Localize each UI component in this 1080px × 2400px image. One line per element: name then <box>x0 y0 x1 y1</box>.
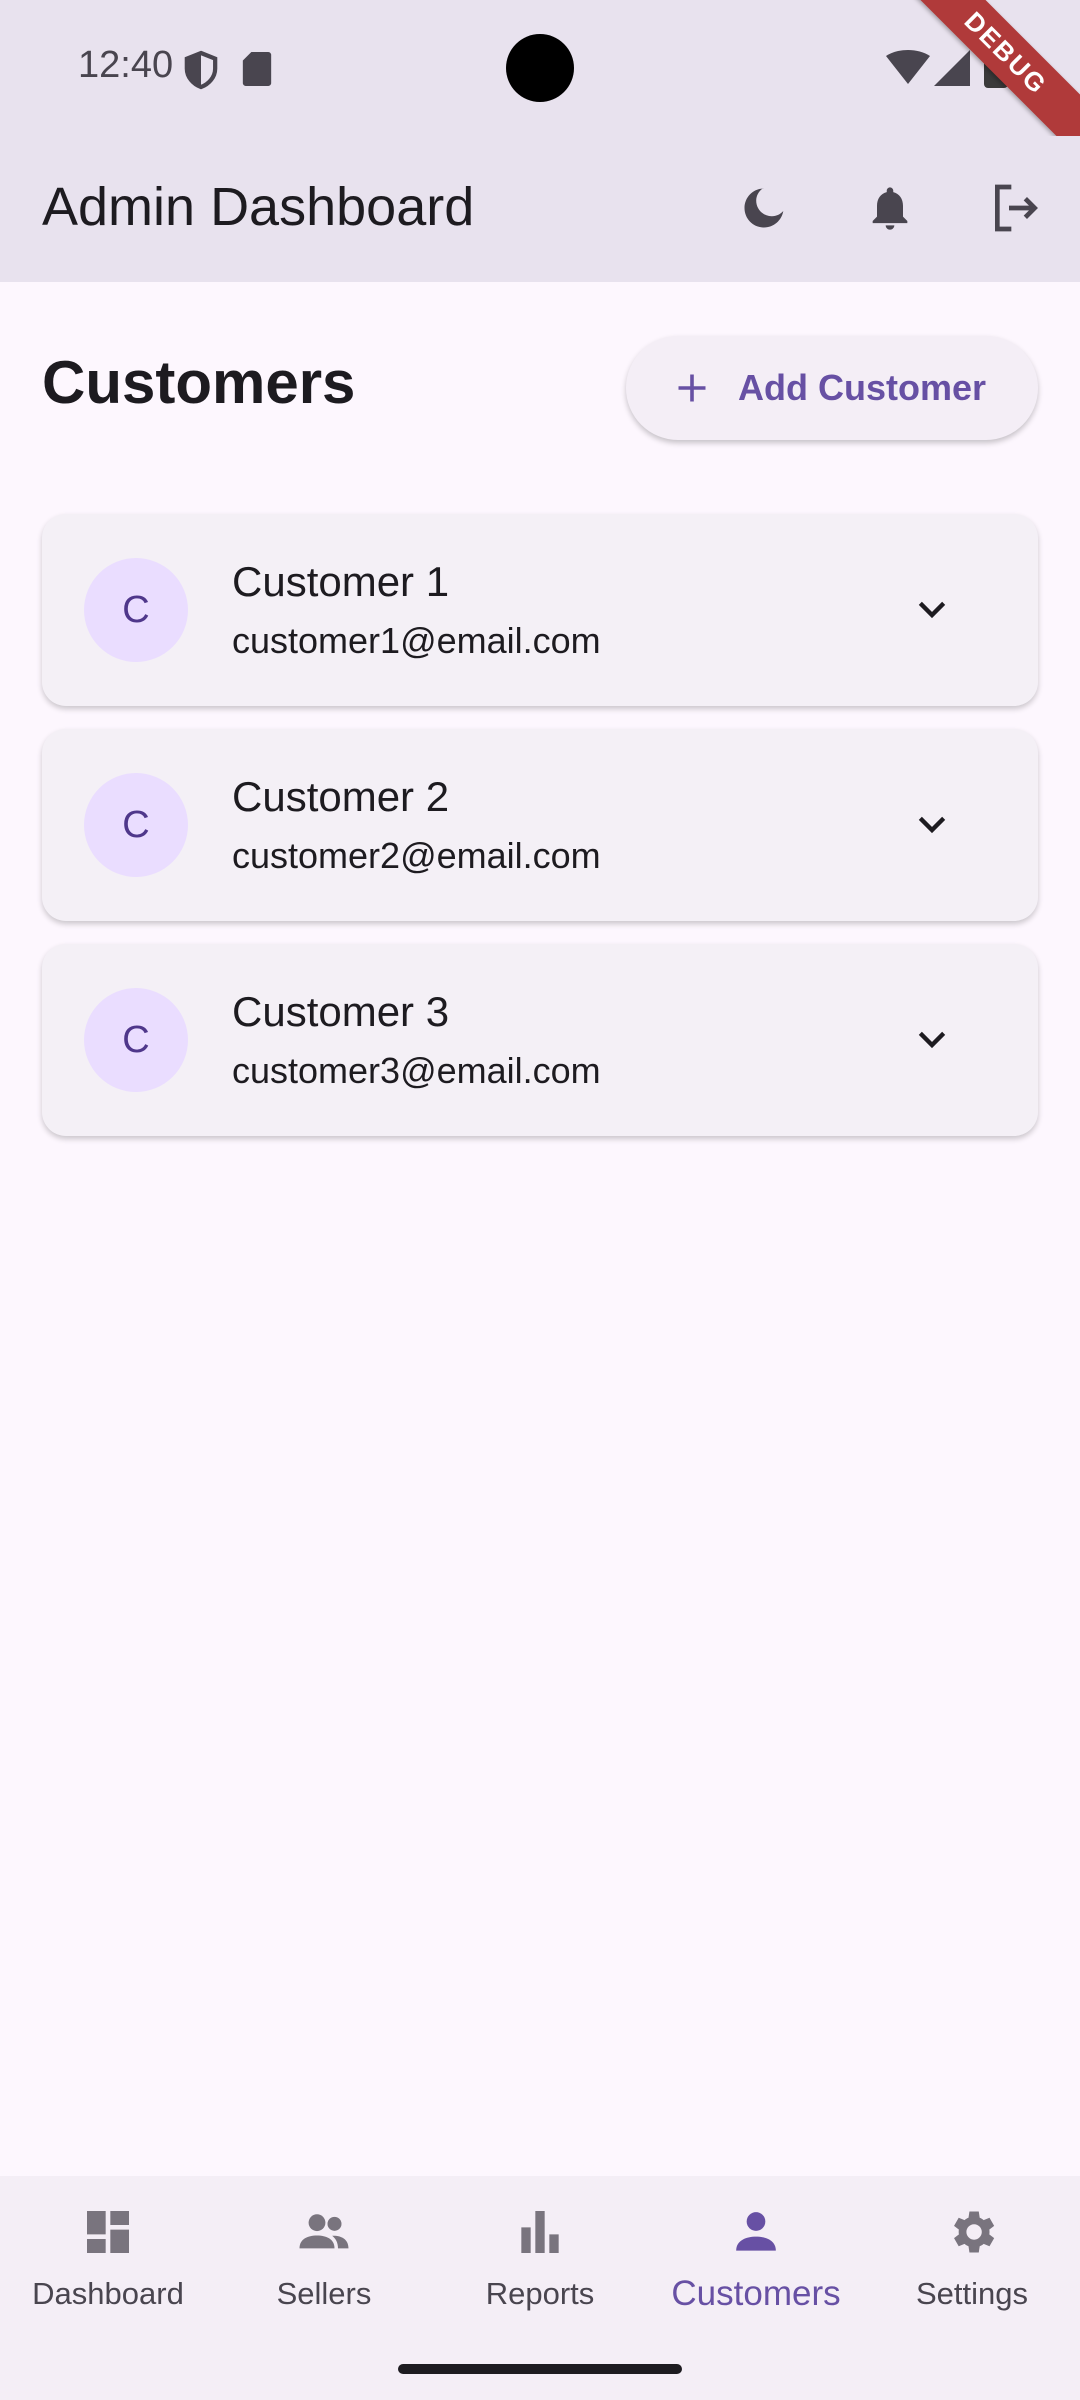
gear-icon <box>954 2211 995 2253</box>
shield-icon <box>184 50 218 90</box>
customer-email: customer3@email.com <box>232 1050 601 1091</box>
add-customer-button[interactable]: Add Customer <box>626 336 1038 440</box>
home-indicator[interactable] <box>398 2364 682 2374</box>
logout-icon[interactable] <box>976 168 1056 248</box>
page-title: Customers <box>42 349 356 416</box>
logout-arrow-icon <box>995 184 1038 232</box>
customer-name: Customer 3 <box>232 988 450 1035</box>
nav-item-customers[interactable]: Customers <box>648 2204 864 2344</box>
moon-icon <box>744 188 784 228</box>
nav-item-settings[interactable]: Settings <box>864 2204 1080 2344</box>
customer-email: customer2@email.com <box>232 835 601 876</box>
nav-item-reports[interactable]: Reports <box>432 2204 648 2344</box>
chevron-down-icon[interactable] <box>912 805 952 845</box>
customer-email: customer1@email.com <box>232 620 601 661</box>
nav-label: Dashboard <box>32 2276 184 2311</box>
plus-icon <box>678 374 706 402</box>
bar-chart-icon <box>521 2211 559 2253</box>
signal-icon <box>934 50 970 86</box>
wifi-icon <box>886 50 930 84</box>
customer-name: Customer 2 <box>232 773 450 820</box>
app-bar: Admin Dashboard <box>0 136 1080 282</box>
nav-label: Reports <box>485 2276 595 2311</box>
nav-item-dashboard[interactable]: Dashboard <box>0 2204 216 2344</box>
avatar: C <box>84 558 188 662</box>
dashboard-icon <box>87 2211 129 2253</box>
nav-label: Sellers <box>276 2276 372 2311</box>
notifications-icon[interactable] <box>850 168 930 248</box>
sd-card-icon <box>242 52 272 86</box>
people-icon <box>299 2214 349 2249</box>
chevron-down-icon[interactable] <box>912 590 952 630</box>
avatar: C <box>84 988 188 1092</box>
chevron-down-icon[interactable] <box>912 1020 952 1060</box>
status-bar: 12:40 DEBUG <box>0 0 1080 176</box>
person-icon <box>736 2212 776 2251</box>
bell-icon <box>872 187 908 230</box>
customer-card[interactable]: C Customer 1 customer1@email.com <box>42 514 1038 706</box>
nav-item-sellers[interactable]: Sellers <box>216 2204 432 2344</box>
customer-name: Customer 1 <box>232 558 450 605</box>
nav-label: Customers <box>671 2274 841 2313</box>
app-title: Admin Dashboard <box>42 177 475 237</box>
camera-cutout <box>506 34 574 102</box>
status-time: 12:40 <box>78 44 174 86</box>
avatar: C <box>84 773 188 877</box>
customer-card[interactable]: C Customer 2 customer2@email.com <box>42 729 1038 921</box>
customer-card[interactable]: C Customer 3 customer3@email.com <box>42 944 1038 1136</box>
dark-mode-icon[interactable] <box>724 168 804 248</box>
add-customer-label: Add Customer <box>738 367 987 408</box>
nav-label: Settings <box>915 2276 1028 2311</box>
